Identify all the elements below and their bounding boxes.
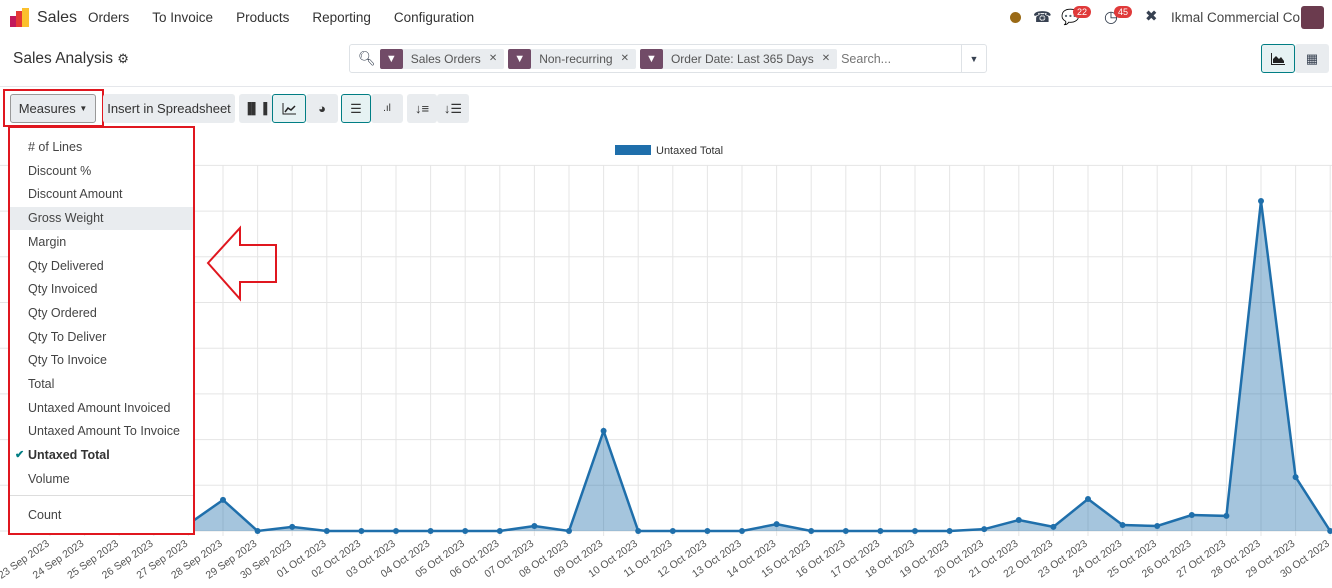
data-point[interactable] <box>462 528 469 534</box>
measure-item[interactable]: # of Lines <box>10 136 193 159</box>
measure-item[interactable]: Gross Weight <box>10 207 193 231</box>
data-point[interactable] <box>773 521 780 528</box>
data-point[interactable] <box>1223 512 1230 519</box>
measure-label: Qty Ordered <box>28 305 97 320</box>
measure-label: Untaxed Amount To Invoice <box>28 424 180 439</box>
data-point[interactable] <box>220 496 226 503</box>
measure-label: Qty To Deliver <box>28 329 107 344</box>
area-fill <box>50 201 1331 531</box>
measure-label: Untaxed Amount Invoiced <box>28 400 171 415</box>
measure-item[interactable]: Qty Ordered <box>10 302 193 325</box>
data-point[interactable] <box>323 528 330 534</box>
data-point[interactable] <box>566 528 572 534</box>
measure-item[interactable]: Volume <box>10 468 193 491</box>
data-point[interactable] <box>393 528 399 534</box>
data-point[interactable] <box>808 528 815 534</box>
data-point[interactable] <box>912 528 918 534</box>
data-point[interactable] <box>1085 496 1091 503</box>
data-point[interactable] <box>496 528 503 534</box>
measure-label: Volume <box>28 471 70 486</box>
data-point[interactable] <box>254 528 261 534</box>
measure-label: Total <box>28 377 55 391</box>
measure-label: Gross Weight <box>28 211 104 226</box>
measure-label: Discount Amount <box>28 187 123 202</box>
measure-item[interactable]: Qty To Invoice <box>10 349 193 372</box>
measure-label: # of Lines <box>28 140 83 154</box>
data-point[interactable] <box>1050 523 1057 530</box>
measure-item[interactable]: Discount Amount <box>10 183 193 206</box>
data-point[interactable] <box>289 523 296 530</box>
measure-label: Discount % <box>28 163 92 178</box>
measure-item[interactable]: Qty Invoiced <box>10 278 193 301</box>
measure-count[interactable]: Count <box>10 504 193 527</box>
measure-item[interactable]: ✔ Untaxed Total <box>10 444 193 467</box>
measure-label: Qty Delivered <box>28 258 104 273</box>
data-point[interactable] <box>739 528 745 534</box>
data-point[interactable] <box>358 528 365 534</box>
data-point[interactable] <box>1154 522 1161 529</box>
data-point[interactable] <box>946 528 953 534</box>
measure-label: Qty To Invoice <box>28 353 107 368</box>
red-arrow-annotation <box>206 225 277 302</box>
measure-item[interactable]: Untaxed Amount To Invoice <box>10 420 193 443</box>
series-line <box>50 200 1332 533</box>
measure-item[interactable]: Qty Delivered <box>10 255 193 278</box>
measure-item[interactable]: Qty To Deliver <box>10 326 193 349</box>
measure-label: Margin <box>28 234 67 249</box>
measure-label: Untaxed Total <box>28 448 110 463</box>
data-point[interactable] <box>600 427 607 434</box>
measure-label: Qty Invoiced <box>28 282 98 297</box>
data-point[interactable] <box>842 528 849 534</box>
legend-label[interactable]: Untaxed Total <box>656 145 723 157</box>
data-point[interactable] <box>427 528 434 534</box>
measure-item[interactable]: Margin <box>10 231 193 254</box>
data-point[interactable] <box>669 528 676 534</box>
data-point[interactable] <box>635 528 642 534</box>
legend-swatch[interactable] <box>615 145 651 155</box>
check-icon: ✔ <box>15 449 25 462</box>
sales-line-chart: Untaxed Total 23 Sep 202324 Sep 202325 S… <box>0 145 1332 582</box>
data-point[interactable] <box>531 522 538 529</box>
measure-item[interactable]: Discount % <box>10 160 193 183</box>
data-point[interactable] <box>1188 512 1195 519</box>
measure-item[interactable]: Total <box>10 373 193 396</box>
dropdown-divider <box>10 495 193 496</box>
data-point[interactable] <box>704 528 711 534</box>
data-point[interactable] <box>1119 522 1126 529</box>
data-point[interactable] <box>877 528 884 534</box>
data-point[interactable] <box>981 526 988 533</box>
data-point[interactable] <box>1015 517 1022 524</box>
data-point[interactable] <box>1292 474 1299 481</box>
measure-item[interactable]: Untaxed Amount Invoiced <box>10 397 193 420</box>
measures-dropdown: Count # of Lines Discount % Discount Amoun… <box>8 126 195 535</box>
data-point[interactable] <box>1258 198 1264 205</box>
